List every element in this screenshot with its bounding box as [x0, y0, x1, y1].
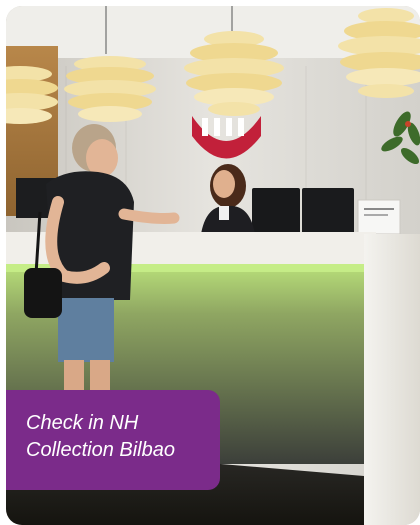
- photo-card: Check in NH Collection Bilbao: [6, 6, 420, 525]
- photo-caption: Check in NH Collection Bilbao: [6, 390, 220, 490]
- caption-line-2: Collection Bilbao: [26, 439, 175, 461]
- caption-line-1: Check in NH: [26, 412, 139, 434]
